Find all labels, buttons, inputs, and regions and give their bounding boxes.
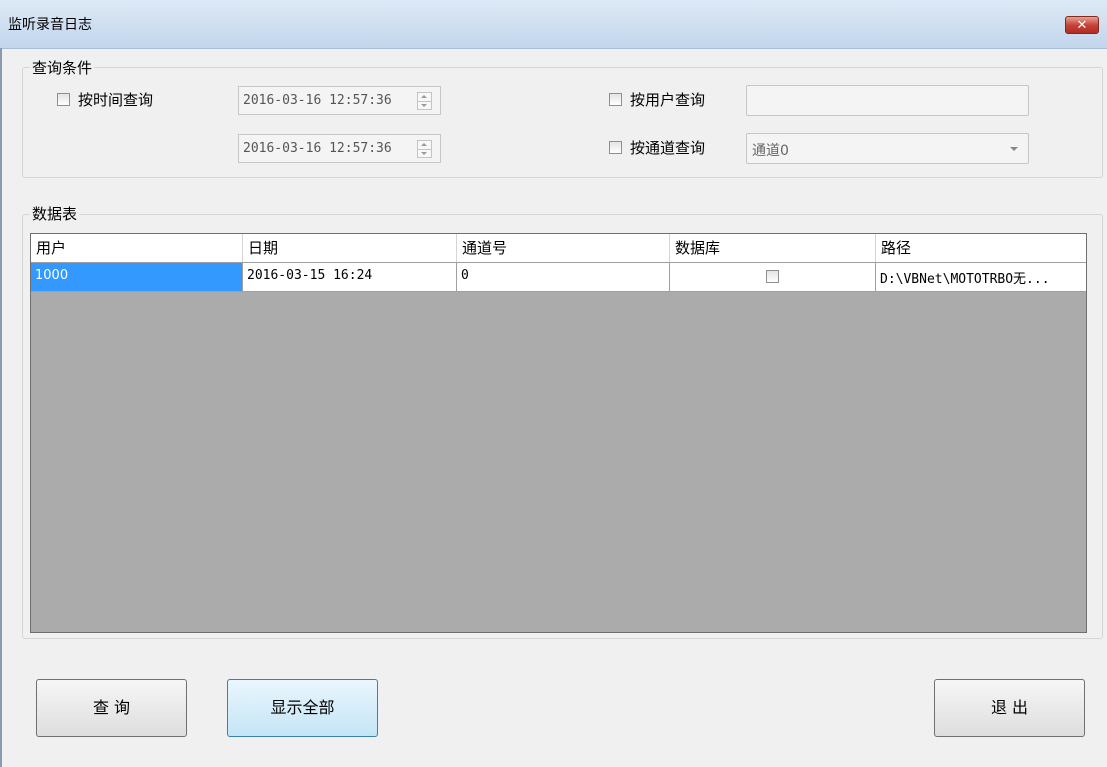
column-header-date[interactable]: 日期 xyxy=(243,234,457,262)
column-header-user[interactable]: 用户 xyxy=(31,234,243,262)
column-header-path[interactable]: 路径 xyxy=(876,234,1086,262)
start-time-spinner[interactable] xyxy=(417,92,432,110)
spin-down-icon xyxy=(421,152,427,155)
data-grid[interactable]: 用户 日期 通道号 数据库 路径 1000 2016-03-15 16:24 0… xyxy=(30,233,1087,633)
database-checkbox[interactable] xyxy=(766,270,779,283)
start-time-picker[interactable]: 2016-03-16 12:57:36 xyxy=(238,86,441,115)
by-user-label: 按用户查询 xyxy=(630,91,706,109)
query-button[interactable]: 查 询 xyxy=(36,679,187,737)
by-channel-checkbox[interactable] xyxy=(609,141,622,154)
end-time-value: 2016-03-16 12:57:36 xyxy=(243,141,392,156)
cell-database[interactable] xyxy=(670,263,876,291)
table-row[interactable]: 1000 2016-03-15 16:24 0 D:\VBNet\MOTOTRB… xyxy=(31,263,1086,292)
channel-select-value: 通道0 xyxy=(752,143,789,159)
query-group-label: 查询条件 xyxy=(30,57,95,78)
show-all-button[interactable]: 显示全部 xyxy=(227,679,378,737)
by-time-label: 按时间查询 xyxy=(78,91,154,109)
by-channel-label: 按通道查询 xyxy=(630,139,706,157)
title-bar: 监听录音日志 ✕ xyxy=(0,0,1107,49)
by-user-checkbox[interactable] xyxy=(609,93,622,106)
close-button[interactable]: ✕ xyxy=(1065,16,1099,34)
user-input[interactable] xyxy=(746,85,1029,116)
spin-down-icon xyxy=(421,104,427,107)
cell-user[interactable]: 1000 xyxy=(31,263,243,291)
exit-button[interactable]: 退 出 xyxy=(934,679,1085,737)
close-icon: ✕ xyxy=(1076,18,1088,33)
channel-select[interactable]: 通道0 xyxy=(746,133,1029,164)
window-border xyxy=(0,48,2,767)
cell-channel[interactable]: 0 xyxy=(457,263,670,291)
by-time-checkbox[interactable] xyxy=(57,93,70,106)
spin-up-icon xyxy=(421,143,427,146)
column-header-channel[interactable]: 通道号 xyxy=(457,234,670,262)
window-title: 监听录音日志 xyxy=(8,17,92,33)
table-group-label: 数据表 xyxy=(30,203,80,224)
chevron-down-icon xyxy=(1010,147,1018,151)
grid-header: 用户 日期 通道号 数据库 路径 xyxy=(31,234,1086,263)
end-time-spinner[interactable] xyxy=(417,140,432,158)
cell-date[interactable]: 2016-03-15 16:24 xyxy=(243,263,457,291)
end-time-picker[interactable]: 2016-03-16 12:57:36 xyxy=(238,134,441,163)
column-header-database[interactable]: 数据库 xyxy=(670,234,876,262)
start-time-value: 2016-03-16 12:57:36 xyxy=(243,93,392,108)
cell-path[interactable]: D:\VBNet\MOTOTRBO无... xyxy=(876,263,1086,291)
spin-up-icon xyxy=(421,95,427,98)
